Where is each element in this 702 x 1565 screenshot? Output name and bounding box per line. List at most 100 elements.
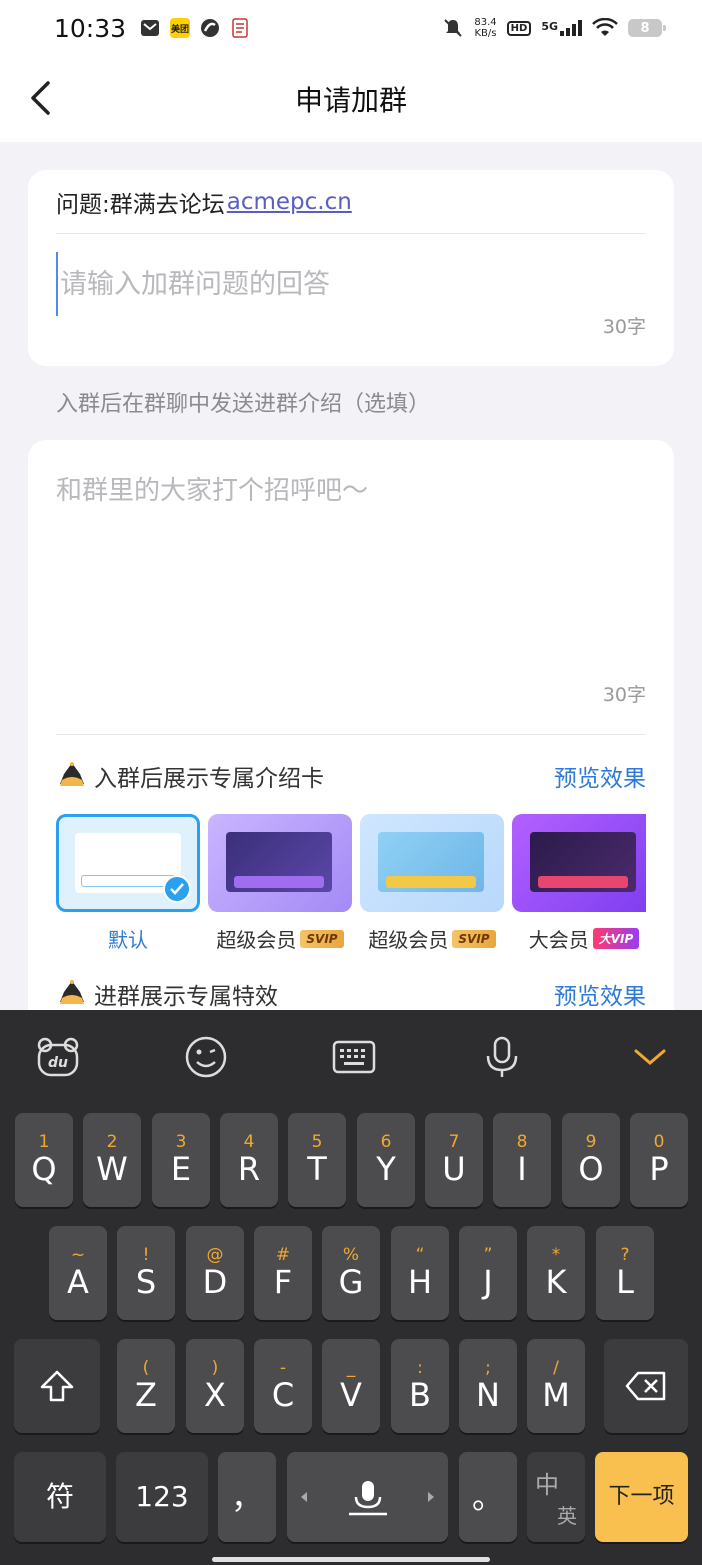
key-main: J	[483, 1263, 493, 1301]
shift-key[interactable]	[14, 1339, 100, 1433]
key-p[interactable]: 0P	[630, 1113, 688, 1207]
key-l[interactable]: ? L	[596, 1226, 654, 1320]
key-c[interactable]: -C	[254, 1339, 312, 1433]
key-i[interactable]: 8I	[493, 1113, 551, 1207]
key-g[interactable]: % G	[322, 1226, 380, 1320]
status-right: 83.4 KB/s HD 5G 8	[442, 17, 666, 39]
key-u[interactable]: 7U	[425, 1113, 483, 1207]
key-a[interactable]: ~ A	[49, 1226, 107, 1320]
network-speed: 83.4 KB/s	[474, 17, 496, 39]
key-w[interactable]: 2W	[83, 1113, 141, 1207]
comma-key[interactable]: ，	[218, 1452, 276, 1542]
intro-card-templates: 默认 超级会员 SVIP 超级会员 SVIP 大会员 大VIP	[56, 814, 646, 964]
lang-switch-key[interactable]: 中 英	[527, 1452, 585, 1542]
key-sub: /	[553, 1358, 559, 1378]
key-z[interactable]: (Z	[117, 1339, 175, 1433]
key-main: D	[202, 1263, 228, 1301]
chevron-left-icon	[31, 81, 50, 115]
question-text: 问题:群满去论坛 acmepc.cn	[56, 170, 646, 234]
key-r[interactable]: 4R	[220, 1113, 278, 1207]
key-m[interactable]: / M	[527, 1339, 585, 1433]
question-prefix: 问题:群满去论坛	[56, 191, 225, 218]
key-main: U	[442, 1150, 466, 1188]
speed-unit: KB/s	[474, 28, 497, 39]
mute-bell-icon	[444, 19, 463, 37]
key-main: S	[135, 1263, 157, 1301]
key-d[interactable]: @ D	[186, 1226, 244, 1320]
emoji-button[interactable]	[184, 1035, 228, 1079]
key-sub: 0	[653, 1132, 665, 1152]
key-main: Q	[31, 1150, 57, 1188]
key-t[interactable]: 5T	[288, 1113, 346, 1207]
intro-card-preview-link[interactable]: 预览效果	[554, 759, 646, 793]
key-j[interactable]: ” J	[459, 1226, 517, 1320]
key-k[interactable]: * K	[527, 1226, 585, 1320]
crown-bell-icon	[60, 762, 84, 786]
template-svip-1[interactable]: 超级会员 SVIP	[208, 814, 352, 964]
key-sub: -	[279, 1358, 287, 1378]
effect-preview-link[interactable]: 预览效果	[554, 977, 646, 1011]
key-main: P	[649, 1150, 669, 1188]
intro-card-section-header: 入群后展示专属介绍卡 预览效果	[56, 756, 646, 796]
template-preview-button	[386, 876, 476, 888]
space-key[interactable]	[287, 1452, 448, 1542]
template-label: 超级会员 SVIP	[368, 924, 496, 953]
key-sub: 5	[311, 1132, 323, 1152]
intro-card-section-title: 入群后展示专属介绍卡	[56, 759, 324, 793]
key-sub: 1	[38, 1132, 50, 1152]
key-main: M	[542, 1376, 570, 1414]
next-field-key[interactable]: 下一项	[595, 1452, 688, 1542]
collapse-keyboard-button[interactable]	[628, 1035, 672, 1079]
key-h[interactable]: “H	[391, 1226, 449, 1320]
keyboard-switch-button[interactable]	[332, 1035, 376, 1079]
period-key[interactable]: 。	[459, 1452, 517, 1542]
template-name: 大会员	[528, 928, 589, 952]
key-n[interactable]: ; N	[459, 1339, 517, 1433]
key-sub: %	[342, 1245, 360, 1265]
template-svip-1-thumb	[208, 814, 352, 912]
key-main: 下一项	[608, 1484, 675, 1509]
key-sub: (	[142, 1358, 150, 1378]
key-sub: 9	[585, 1132, 597, 1152]
backspace-key[interactable]	[604, 1339, 688, 1433]
intro-textarea[interactable]	[56, 470, 646, 670]
key-sub: )	[211, 1358, 219, 1378]
key-sub: :	[417, 1358, 423, 1378]
baidu-bear-icon: du	[37, 1037, 79, 1077]
nav-bar: 申请加群	[0, 56, 702, 142]
chevron-down-icon	[634, 1049, 666, 1065]
key-b[interactable]: :B	[391, 1339, 449, 1433]
answer-input[interactable]	[56, 252, 646, 316]
smiley-icon	[185, 1036, 227, 1078]
template-big-vip[interactable]: 大会员 大VIP	[512, 814, 646, 964]
key-o[interactable]: 9O	[562, 1113, 620, 1207]
key-s[interactable]: ! S	[117, 1226, 175, 1320]
key-f[interactable]: # F	[254, 1226, 312, 1320]
key-main: G	[338, 1263, 364, 1301]
forum-link[interactable]: acmepc.cn	[227, 189, 352, 215]
key-sub: #	[275, 1245, 291, 1265]
key-e[interactable]: 3E	[152, 1113, 210, 1207]
key-main: ，	[230, 1478, 263, 1516]
svg-text:du: du	[48, 1055, 68, 1071]
key-y[interactable]: 6Y	[357, 1113, 415, 1207]
symbol-key[interactable]: 符	[14, 1452, 106, 1542]
key-main: A	[67, 1263, 89, 1301]
intro-card: 30字 入群后展示专属介绍卡 预览效果 默认 超级会员	[28, 440, 674, 1020]
key-main: B	[409, 1376, 431, 1414]
keyboard-toolbar: du	[0, 1010, 702, 1104]
key-sub: 8	[516, 1132, 528, 1152]
template-svip-2[interactable]: 超级会员 SVIP	[360, 814, 504, 964]
baidu-input-button[interactable]: du	[36, 1035, 80, 1079]
key-main: N	[476, 1376, 500, 1414]
key-x[interactable]: ) X	[186, 1339, 244, 1433]
key-main: I	[517, 1150, 527, 1188]
back-button[interactable]	[20, 76, 60, 120]
voice-input-button[interactable]	[480, 1035, 524, 1079]
key-main: Z	[135, 1376, 157, 1414]
template-default[interactable]: 默认	[56, 814, 200, 964]
key-v[interactable]: _ V	[322, 1339, 380, 1433]
key-q[interactable]: 1Q	[15, 1113, 73, 1207]
number-key[interactable]: 123	[116, 1452, 208, 1542]
key-main: V	[340, 1376, 362, 1414]
